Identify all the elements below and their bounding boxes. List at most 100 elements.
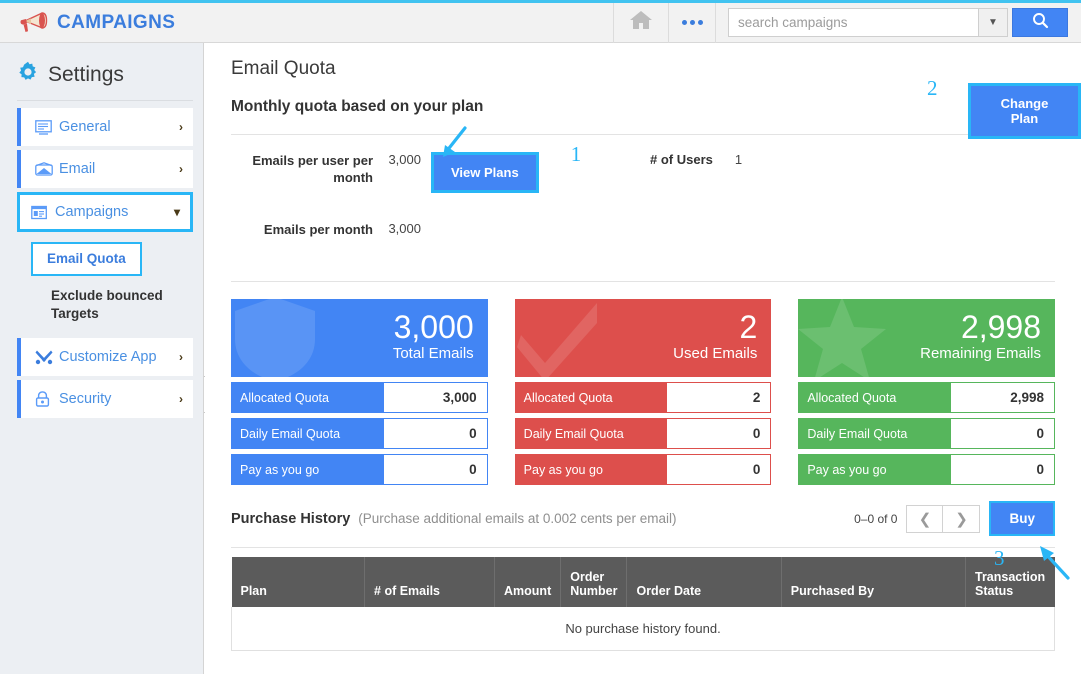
column-header-amount[interactable]: Amount (494, 557, 562, 607)
sidebar-item-label: General (59, 119, 111, 135)
pagination-buttons: ❮ ❯ (906, 504, 981, 533)
card-row: Daily Email Quota 0 (514, 418, 772, 449)
chevron-right-icon: › (179, 120, 183, 134)
brand-name: CAMPAIGNS (57, 11, 176, 33)
change-plan-button[interactable]: Change Plan (971, 86, 1078, 136)
sidebar-subitem-email-quota[interactable]: Email Quota (31, 242, 142, 276)
card-total-emails: 3,000 Total Emails Allocated Quota 3,000… (231, 299, 488, 485)
home-button[interactable] (613, 2, 668, 43)
quota-row-label: Emails per user per month (252, 153, 373, 185)
card-row: Allocated Quota 2 (514, 382, 772, 413)
chevron-down-icon: ▼ (988, 17, 998, 28)
card-row-value: 0 (950, 454, 1056, 485)
sidebar-item-customize-app[interactable]: Customize App › (17, 338, 193, 376)
card-row: Pay as you go 0 (514, 454, 772, 485)
sidebar-subitem-exclude-bounced-targets[interactable]: Exclude bounced Targets (17, 282, 167, 328)
purchase-history-controls: 0–0 of 0 ❮ ❯ Buy (854, 501, 1055, 536)
card-row-value: 0 (382, 454, 488, 485)
more-menu-button[interactable] (668, 2, 716, 43)
home-icon (629, 9, 653, 36)
card-caption: Remaining Emails (920, 344, 1042, 362)
card-row-key: Pay as you go (798, 454, 951, 485)
quota-cards: 3,000 Total Emails Allocated Quota 3,000… (205, 282, 1081, 485)
star-icon (798, 299, 890, 377)
buy-highlight: Buy (989, 501, 1055, 536)
card-header: 2 Used Emails (514, 299, 772, 377)
chevron-down-icon: ▾ (173, 205, 180, 219)
purchase-history-note: (Purchase additional emails at 0.002 cen… (358, 511, 677, 526)
card-row-key: Allocated Quota (231, 382, 383, 413)
card-row: Daily Email Quota 0 (798, 418, 1056, 449)
annotation-arrow-3 (1040, 546, 1070, 580)
card-row: Pay as you go 0 (231, 454, 488, 485)
sidebar-item-label: Customize App (59, 349, 157, 365)
card-row-value: 0 (382, 418, 488, 449)
table-body: No purchase history found. (231, 607, 1055, 651)
lock-icon (35, 391, 59, 407)
card-number: 2 (739, 308, 758, 345)
sidebar-item-campaigns[interactable]: Campaigns ▾ (17, 192, 193, 232)
sidebar-item-label: Campaigns (55, 204, 129, 220)
sidebar-item-security[interactable]: Security › (17, 380, 193, 418)
purchase-history-table: Plan # of Emails Amount Order Number Ord… (231, 557, 1055, 651)
tools-icon (35, 349, 59, 365)
sidebar-item-email[interactable]: Email › (17, 150, 193, 188)
check-icon (515, 299, 607, 377)
chevron-right-icon: ❯ (955, 510, 968, 528)
pagination-count: 0–0 of 0 (854, 511, 898, 526)
brand-logo-area[interactable]: CAMPAIGNS (0, 10, 175, 36)
search-box[interactable]: ▼ (728, 8, 1008, 37)
card-row: Allocated Quota 3,000 (231, 382, 488, 413)
purchase-history-title: Purchase History (231, 510, 351, 527)
annotation-number-3: 3 (994, 546, 1005, 570)
quota-row-emails-per-month: Emails per month 3,000 (231, 221, 1055, 238)
campaign-window-icon (31, 205, 55, 220)
column-header-purchased-by[interactable]: Purchased By (781, 557, 967, 607)
pagination-next-button[interactable]: ❯ (943, 504, 981, 533)
search-input[interactable] (729, 9, 978, 36)
envelope-icon (35, 162, 59, 176)
search-scope-dropdown[interactable]: ▼ (978, 8, 1008, 37)
sidebar-subitems: Email Quota Exclude bounced Targets (17, 236, 193, 328)
card-number: 3,000 (393, 308, 474, 345)
chevron-right-icon: › (179, 162, 183, 176)
column-header-order-date[interactable]: Order Date (626, 557, 782, 607)
column-header-num-emails[interactable]: # of Emails (364, 557, 496, 607)
card-row: Daily Email Quota 0 (231, 418, 488, 449)
gear-icon (17, 61, 39, 88)
card-remaining-emails: 2,998 Remaining Emails Allocated Quota 2… (798, 299, 1056, 485)
column-header-order-number[interactable]: Order Number (560, 557, 628, 607)
buy-button[interactable]: Buy (991, 503, 1053, 534)
card-row: Pay as you go 0 (798, 454, 1056, 485)
card-row: Allocated Quota 2,998 (798, 382, 1056, 413)
annotation-number-1: 1 (570, 142, 582, 166)
card-caption: Total Emails (392, 344, 474, 362)
column-header-plan[interactable]: Plan (231, 557, 366, 607)
table-head: Plan # of Emails Amount Order Number Ord… (231, 557, 1055, 607)
table-header-row: Plan # of Emails Amount Order Number Ord… (231, 557, 1055, 607)
card-row-key: Daily Email Quota (514, 418, 667, 449)
section-title: Monthly quota based on your plan (231, 98, 484, 115)
settings-sidebar: Settings General › Email › Campaigns ▾ E… (0, 43, 204, 674)
card-header: 3,000 Total Emails (231, 299, 488, 377)
more-dots-icon (681, 20, 703, 25)
quota-divider (231, 134, 1055, 135)
quota-row-emails-per-user: Emails per user per month 3,000 View Pla… (231, 142, 1055, 193)
search-button[interactable] (1012, 8, 1068, 37)
card-header: 2,998 Remaining Emails (798, 299, 1056, 377)
quota-row-value: 3,000 (388, 152, 421, 167)
annotation-number-2: 2 (927, 76, 938, 100)
card-row-value: 0 (666, 454, 772, 485)
shield-icon (231, 299, 323, 377)
annotation-arrow-1 (443, 126, 467, 157)
card-row-key: Daily Email Quota (798, 418, 951, 449)
card-row-value: 2,998 (950, 382, 1056, 413)
users-label: # of Users (650, 152, 713, 167)
card-row-key: Pay as you go (514, 454, 667, 485)
purchase-history-divider (231, 547, 1055, 548)
pagination-prev-button[interactable]: ❮ (906, 504, 944, 533)
top-bar: CAMPAIGNS ▼ (0, 0, 1081, 43)
empty-state-message: No purchase history found. (231, 607, 1055, 651)
sidebar-item-general[interactable]: General › (17, 108, 193, 146)
card-row-value: 0 (666, 418, 772, 449)
